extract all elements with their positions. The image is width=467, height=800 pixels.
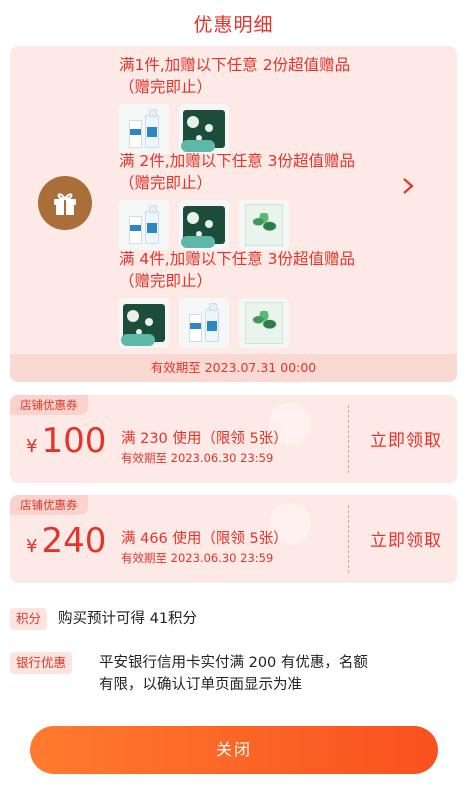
- eye-drops-product-image[interactable]: [119, 104, 169, 154]
- eye-drops-product-image[interactable]: [119, 200, 169, 250]
- currency-symbol: ¥: [26, 536, 38, 557]
- claim-coupon-button[interactable]: 立即领取: [355, 426, 457, 451]
- coupon-value: 240: [41, 521, 107, 561]
- coupon-condition: 满 230 使用（限领 5张）: [121, 431, 288, 447]
- bank-offer-line-2: 有限，以确认订单页面显示为准: [99, 677, 302, 693]
- herbal-patch-product-image[interactable]: [239, 200, 289, 250]
- coupon-amount: ¥ 240: [26, 521, 106, 561]
- eye-drops-product-image[interactable]: [179, 298, 229, 348]
- gift-tier-3-text: 满 4件,加赠以下任意 3份超值赠品（赠完即止）: [119, 250, 356, 290]
- coupon-divider: [348, 405, 349, 473]
- points-label: 积分: [10, 608, 48, 630]
- bank-offer-label: 银行优惠: [10, 652, 73, 674]
- currency-symbol: ¥: [26, 436, 38, 457]
- gift-tier-1-text: 满1件,加赠以下任意 2份超值赠品（赠完即止）: [119, 56, 351, 96]
- gift-tier-2-products: [119, 200, 289, 250]
- chevron-right-icon[interactable]: [397, 174, 419, 198]
- gift-tier-1-products: [119, 104, 229, 154]
- page-title: 优惠明细: [193, 14, 274, 36]
- eye-mask-product-image[interactable]: [179, 104, 229, 154]
- gift-promotion-card[interactable]: 满1件,加赠以下任意 2份超值赠品（赠完即止） 满 2件,加赠以下任意 3份超值…: [10, 46, 457, 382]
- gift-tier-3-products: [119, 298, 289, 348]
- close-button[interactable]: 关闭: [30, 726, 438, 774]
- coupon-amount: ¥ 100: [26, 421, 106, 461]
- eye-mask-product-image[interactable]: [179, 200, 229, 250]
- coupon-card: 店铺优惠券 ¥ 240 满 466 使用（限领 5张） 有效期至 2023.06…: [10, 495, 457, 583]
- coupon-expiry: 有效期至 2023.06.30 23:59: [121, 451, 274, 465]
- coupon-divider: [348, 505, 349, 573]
- coupon-condition: 满 466 使用（限领 5张）: [121, 531, 288, 547]
- points-text: 购买预计可得 41积分: [58, 611, 198, 627]
- coupon-tag: 店铺优惠券: [10, 395, 88, 415]
- bank-offer-text: 平安银行信用卡实付满 200 有优惠，名额 有限，以确认订单页面显示为准: [99, 652, 457, 696]
- gift-tier-2-text: 满 2件,加赠以下任意 3份超值赠品（赠完即止）: [119, 152, 356, 192]
- coupon-value: 100: [41, 421, 107, 461]
- coupon-expiry: 有效期至 2023.06.30 23:59: [121, 551, 274, 565]
- eye-mask-product-image[interactable]: [119, 298, 169, 348]
- coupon-card: 店铺优惠券 ¥ 100 满 230 使用（限领 5张） 有效期至 2023.06…: [10, 395, 457, 483]
- claim-coupon-button[interactable]: 立即领取: [355, 526, 457, 551]
- herbal-patch-product-image[interactable]: [239, 298, 289, 348]
- coupon-tag: 店铺优惠券: [10, 495, 88, 515]
- bank-offer-line-1: 平安银行信用卡实付满 200 有优惠，名额: [99, 655, 368, 671]
- gift-validity-text: 有效期至 2023.07.31 00:00: [10, 354, 457, 382]
- gift-icon: [38, 176, 92, 230]
